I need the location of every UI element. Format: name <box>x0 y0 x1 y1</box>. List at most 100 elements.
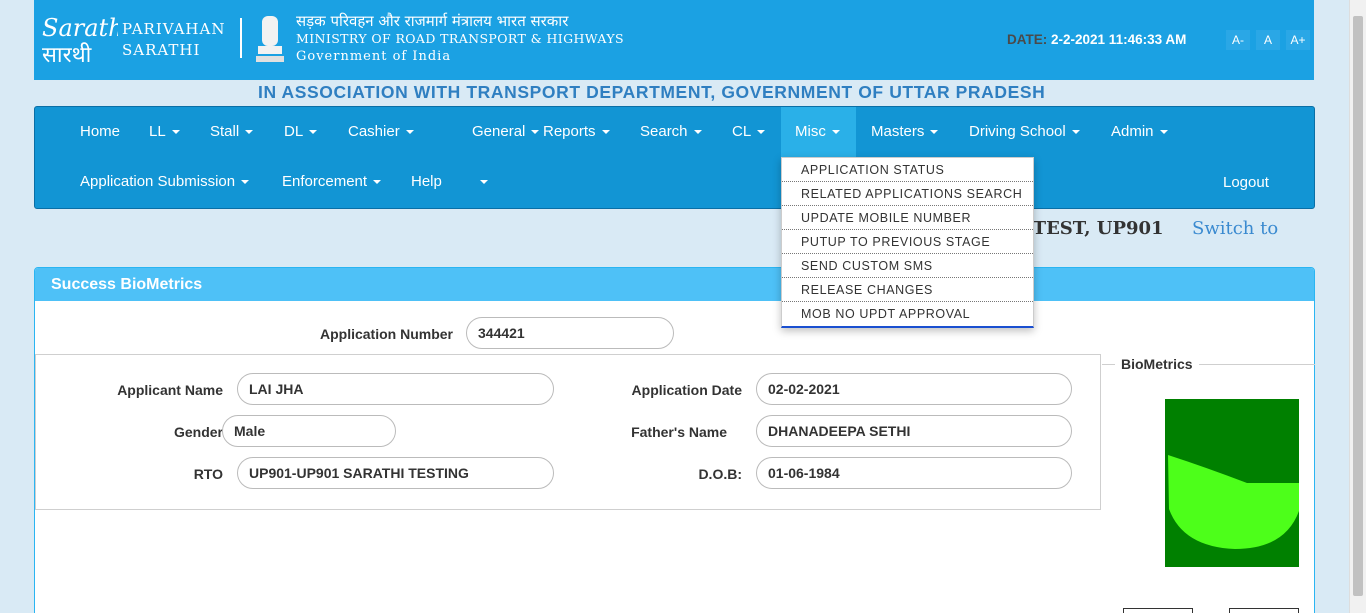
biometrics-label: BioMetrics <box>1115 356 1199 372</box>
switch-to-link[interactable]: Switch to <box>1192 218 1278 239</box>
nav-help-label: Help <box>411 173 442 190</box>
nav-application-submission[interactable]: Application Submission <box>66 157 263 207</box>
nav-logout[interactable]: Logout <box>1209 157 1283 207</box>
ministry-block: सड़क परिवहन और राजमार्ग मंत्रालय भारत सर… <box>296 12 624 66</box>
menu-item-application-status[interactable]: APPLICATION STATUS <box>782 158 1033 182</box>
nav-application-submission-label: Application Submission <box>80 173 236 190</box>
scrollbar-thumb[interactable] <box>1353 16 1363 596</box>
nav-search-label: Search <box>640 123 688 140</box>
nav-ll[interactable]: LL <box>135 107 194 157</box>
nav-cl[interactable]: CL <box>718 107 779 157</box>
success-biometrics-panel: Success BioMetrics Application Number 34… <box>34 267 1315 613</box>
gender-label: Gender <box>173 424 223 440</box>
panel-title: Success BioMetrics <box>35 268 1314 301</box>
chevron-down-icon <box>480 180 488 185</box>
gender-field[interactable]: Male <box>222 415 396 447</box>
font-normal-button[interactable]: A <box>1256 30 1280 50</box>
nav-dl[interactable]: DL <box>270 107 331 157</box>
government-of-india: Government of India <box>296 49 452 64</box>
chevron-down-icon <box>601 130 610 135</box>
chevron-down-icon <box>373 180 382 185</box>
fathers-name-field[interactable]: DHANADEEPA SETHI <box>756 415 1072 447</box>
date-label: DATE: <box>1007 32 1048 47</box>
nav-help[interactable]: Help <box>397 157 456 207</box>
menu-item-update-mobile-number[interactable]: UPDATE MOBILE NUMBER <box>782 206 1033 230</box>
header-divider <box>240 18 242 58</box>
applicant-name-field[interactable]: LAI JHA <box>237 373 554 405</box>
application-date-field[interactable]: 02-02-2021 <box>756 373 1072 405</box>
chevron-down-icon <box>245 130 254 135</box>
nav-cashier[interactable]: Cashier <box>334 107 428 157</box>
brand-line1: PARIVAHAN <box>122 20 226 38</box>
nav-more[interactable] <box>460 157 502 207</box>
nav-masters[interactable]: Masters <box>857 107 952 157</box>
application-number-field[interactable]: 344421 <box>466 317 674 349</box>
dob-field[interactable]: 01-06-1984 <box>756 457 1072 489</box>
nav-enforcement[interactable]: Enforcement <box>268 157 395 207</box>
chevron-down-icon <box>757 130 766 135</box>
nav-search[interactable]: Search <box>626 107 716 157</box>
menu-item-send-custom-sms[interactable]: SEND CUSTOM SMS <box>782 254 1033 278</box>
applicant-name-label: Applicant Name <box>117 382 223 398</box>
nav-masters-label: Masters <box>871 123 925 140</box>
dob-label: D.O.B: <box>698 466 742 482</box>
nav-admin[interactable]: Admin <box>1097 107 1182 157</box>
ministry-hindi: सड़क परिवहन और राजमार्ग मंत्रालय भारत सर… <box>296 12 569 30</box>
rto-label: RTO <box>193 466 223 482</box>
application-date-label: Application Date <box>631 382 742 398</box>
nav-stall-label: Stall <box>210 123 240 140</box>
nav-misc-label: Misc <box>795 123 826 140</box>
menu-item-putup-to-previous-stage[interactable]: PUTUP TO PREVIOUS STAGE <box>782 230 1033 254</box>
nav-cashier-label: Cashier <box>348 123 400 140</box>
chevron-down-icon <box>930 130 939 135</box>
nav-reports[interactable]: Reports <box>529 107 624 157</box>
sarathi-logo: Sarathi सारथी <box>42 14 118 66</box>
menu-item-release-changes[interactable]: RELEASE CHANGES <box>782 278 1033 302</box>
date-value: 2-2-2021 11:46:33 AM <box>1051 32 1187 47</box>
chevron-down-icon <box>831 130 840 135</box>
menu-item-mob-no-updt-approval[interactable]: MOB NO UPDT APPROVAL <box>782 302 1033 326</box>
nav-home[interactable]: Home <box>66 107 134 157</box>
date-display: DATE: 2-2-2021 11:46:33 AM <box>1007 32 1186 47</box>
nav-general-label: General <box>472 123 526 140</box>
nav-ll-label: LL <box>149 123 166 140</box>
logged-in-user: I TEST, UP901 <box>1018 218 1164 239</box>
font-increase-button[interactable]: A+ <box>1286 30 1310 50</box>
chevron-down-icon <box>405 130 414 135</box>
nav-home-label: Home <box>80 123 121 140</box>
biometrics-thumb-box <box>1229 608 1299 613</box>
font-size-controls: A- A A+ <box>1226 30 1310 50</box>
svg-text:सारथी: सारथी <box>42 42 92 66</box>
font-decrease-button[interactable]: A- <box>1226 30 1250 50</box>
nav-driving-school-label: Driving School <box>969 123 1066 140</box>
chevron-down-icon <box>693 130 702 135</box>
biometrics-image <box>1165 399 1299 567</box>
fathers-name-label: Father's Name <box>631 424 727 440</box>
site-header: Sarathi सारथी PARIVAHAN SARATHI सड़क परि… <box>34 0 1314 80</box>
nav-stall[interactable]: Stall <box>196 107 267 157</box>
nav-reports-label: Reports <box>543 123 596 140</box>
nav-driving-school[interactable]: Driving School <box>955 107 1094 157</box>
nav-logout-label: Logout <box>1223 174 1269 191</box>
chevron-down-icon <box>1159 130 1168 135</box>
national-emblem-icon <box>256 16 284 62</box>
main-navbar: Home LL Stall DL Cashier General Reports… <box>34 106 1315 209</box>
ministry-english: MINISTRY OF ROAD TRANSPORT & HIGHWAYS <box>296 31 624 46</box>
nav-enforcement-label: Enforcement <box>282 173 368 190</box>
rto-field[interactable]: UP901-UP901 SARATHI TESTING <box>237 457 554 489</box>
page-scrollbar[interactable] <box>1349 0 1366 613</box>
nav-admin-label: Admin <box>1111 123 1154 140</box>
brand-line2: SARATHI <box>122 41 201 59</box>
svg-text:Sarathi: Sarathi <box>42 14 118 42</box>
chevron-down-icon <box>1071 130 1080 135</box>
menu-item-related-applications-search[interactable]: RELATED APPLICATIONS SEARCH <box>782 182 1033 206</box>
chevron-down-icon <box>171 130 180 135</box>
nav-cl-label: CL <box>732 123 752 140</box>
nav-dl-label: DL <box>284 123 304 140</box>
nav-misc[interactable]: Misc <box>781 107 856 157</box>
chevron-down-icon <box>241 180 250 185</box>
brand-title: PARIVAHAN SARATHI <box>122 19 225 61</box>
application-number-label: Application Number <box>319 326 453 342</box>
biometrics-thumb-box <box>1123 608 1193 613</box>
misc-dropdown-menu: APPLICATION STATUS RELATED APPLICATIONS … <box>781 157 1034 328</box>
